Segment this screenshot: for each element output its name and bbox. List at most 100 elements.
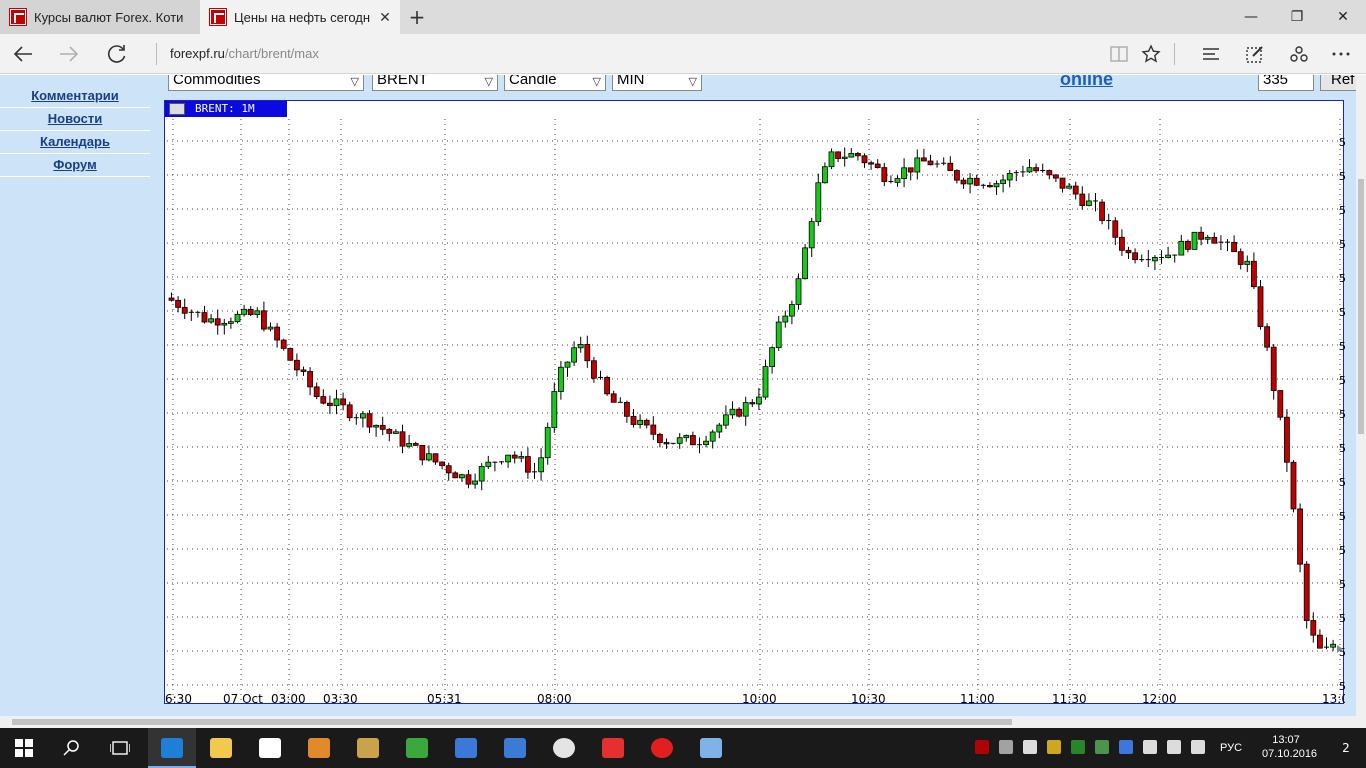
volume-tray-icon[interactable] bbox=[1167, 740, 1181, 754]
y-tick-label: 5 bbox=[1339, 476, 1345, 489]
interval-select[interactable]: MIN ▽ bbox=[612, 75, 702, 91]
candle bbox=[676, 433, 683, 449]
anydesk-tray-icon[interactable] bbox=[975, 740, 989, 754]
candle bbox=[1251, 252, 1257, 289]
chart-canvas: 555555555555555556:30 07 Oct 03:00 03:30 05:… bbox=[165, 119, 1345, 705]
taskbar-app-people[interactable] bbox=[393, 728, 441, 768]
forward-button[interactable] bbox=[46, 34, 92, 74]
sidebar-link-comments[interactable]: Комментарии bbox=[0, 85, 150, 108]
new-tab-button[interactable]: + bbox=[400, 0, 434, 34]
security-tray-icon[interactable] bbox=[1071, 740, 1085, 754]
favorite-button[interactable] bbox=[1128, 34, 1174, 74]
candle bbox=[795, 273, 802, 310]
sidebar-link-forum[interactable]: Форум bbox=[0, 154, 150, 177]
online-link[interactable]: online bbox=[1060, 75, 1113, 90]
hub-button[interactable] bbox=[1188, 34, 1234, 74]
x-tick-label: 10:30 bbox=[851, 692, 886, 705]
instrument-select[interactable]: BRENT ▽ bbox=[372, 75, 498, 91]
url-field[interactable]: forexpf.ru/chart/brent/max bbox=[170, 34, 319, 74]
maximize-button[interactable]: ❐ bbox=[1274, 0, 1320, 34]
reading-view-icon bbox=[1110, 46, 1128, 62]
candle bbox=[610, 390, 617, 403]
candle bbox=[373, 424, 380, 437]
zoom-icon[interactable] bbox=[169, 103, 185, 115]
refresh-icon bbox=[107, 45, 126, 63]
candle bbox=[656, 432, 663, 448]
candle bbox=[1270, 344, 1277, 400]
candle bbox=[894, 175, 901, 187]
scrollbar-thumb[interactable] bbox=[1358, 179, 1364, 434]
candle bbox=[670, 442, 676, 445]
close-window-button[interactable]: ✕ bbox=[1320, 0, 1366, 34]
candle bbox=[181, 298, 188, 320]
taskbar-app-notes[interactable] bbox=[687, 728, 735, 768]
action-center-button[interactable]: 2 bbox=[1326, 728, 1366, 768]
refresh-chart-button[interactable]: Ref bbox=[1320, 75, 1356, 91]
task-view-button[interactable] bbox=[96, 728, 144, 768]
chevron-up-icon[interactable] bbox=[1191, 740, 1205, 754]
taskbar-app-yandex-browser[interactable] bbox=[589, 728, 637, 768]
price-chart[interactable]: 5 5 5 5 5 5 5 5 5 5 5 5 5 5 5 5 5 6:30 07 Oct 03:00 03:30 05:… bbox=[164, 100, 1345, 705]
network-adapter-tray-icon[interactable] bbox=[1119, 740, 1133, 754]
refresh-button[interactable] bbox=[94, 34, 140, 74]
horizontal-scrollbar[interactable] bbox=[0, 716, 1366, 728]
taskbar-app-edge[interactable] bbox=[148, 728, 196, 768]
taskbar-app-yandex[interactable] bbox=[638, 728, 686, 768]
candle bbox=[729, 401, 736, 419]
x-tick-label: 03:30 bbox=[323, 692, 358, 705]
tab-oil-prices[interactable]: Цены на нефть сегодня ✕ bbox=[200, 0, 400, 34]
sidebar-link-news[interactable]: Новости bbox=[0, 108, 150, 131]
vertical-scrollbar[interactable] bbox=[1356, 75, 1366, 716]
tab-forex-rates[interactable]: Курсы валют Forex. Котирс bbox=[0, 0, 200, 34]
candle bbox=[1013, 170, 1019, 182]
candle bbox=[1119, 229, 1125, 256]
emoji-tray-icon[interactable] bbox=[1047, 740, 1061, 754]
sync-tray-icon[interactable] bbox=[1023, 740, 1037, 754]
forward-icon bbox=[60, 46, 79, 62]
search-button[interactable] bbox=[48, 728, 96, 768]
taskbar-app-winrar[interactable] bbox=[344, 728, 392, 768]
candle bbox=[340, 392, 347, 411]
more-button[interactable] bbox=[1318, 34, 1364, 74]
taskbar-app-news[interactable] bbox=[442, 728, 490, 768]
start-button[interactable] bbox=[0, 728, 48, 768]
candle bbox=[1211, 232, 1218, 244]
language-indicator[interactable]: РУС bbox=[1216, 728, 1246, 768]
candle bbox=[1324, 637, 1329, 650]
sidebar-link-calendar[interactable]: Календарь bbox=[0, 131, 150, 154]
system-clock[interactable]: 13:07 07.10.2016 bbox=[1262, 728, 1317, 768]
back-button[interactable] bbox=[0, 34, 46, 74]
candle bbox=[1303, 561, 1310, 629]
taskbar-app-chrome[interactable] bbox=[540, 728, 588, 768]
y-tick-label: 5 bbox=[1339, 272, 1345, 285]
minimize-button[interactable]: — bbox=[1228, 0, 1274, 34]
candle bbox=[1244, 255, 1251, 273]
candle bbox=[1145, 249, 1151, 267]
battery-tray-icon[interactable] bbox=[1143, 740, 1157, 754]
chevron-down-icon: ▽ bbox=[592, 76, 601, 88]
nvidia-tray-icon[interactable] bbox=[1095, 740, 1109, 754]
candle bbox=[485, 455, 492, 470]
candle bbox=[313, 382, 320, 400]
candle bbox=[630, 408, 637, 428]
close-tab-icon[interactable]: ✕ bbox=[370, 9, 400, 26]
taskbar-app-audio[interactable] bbox=[491, 728, 539, 768]
web-note-button[interactable] bbox=[1232, 34, 1278, 74]
taskbar-app-store[interactable] bbox=[246, 728, 294, 768]
candle bbox=[577, 336, 584, 353]
bars-count-input[interactable]: 335 bbox=[1258, 75, 1314, 91]
chart-type-select[interactable]: Candle ▽ bbox=[504, 75, 606, 91]
share-button[interactable] bbox=[1276, 34, 1322, 74]
category-select[interactable]: Commodities ▽ bbox=[168, 75, 364, 91]
scrollbar-thumb[interactable] bbox=[12, 719, 1012, 725]
taskbar-app-file-explorer[interactable] bbox=[197, 728, 245, 768]
y-tick-label: 5 bbox=[1339, 136, 1345, 149]
taskbar-app-media[interactable] bbox=[295, 728, 343, 768]
candle bbox=[954, 169, 960, 184]
candle bbox=[637, 414, 644, 429]
candle bbox=[822, 162, 828, 184]
chrome-icon bbox=[553, 738, 575, 758]
candle bbox=[1033, 163, 1039, 174]
candle bbox=[1026, 159, 1033, 173]
cloud-tray-icon[interactable] bbox=[999, 740, 1013, 754]
